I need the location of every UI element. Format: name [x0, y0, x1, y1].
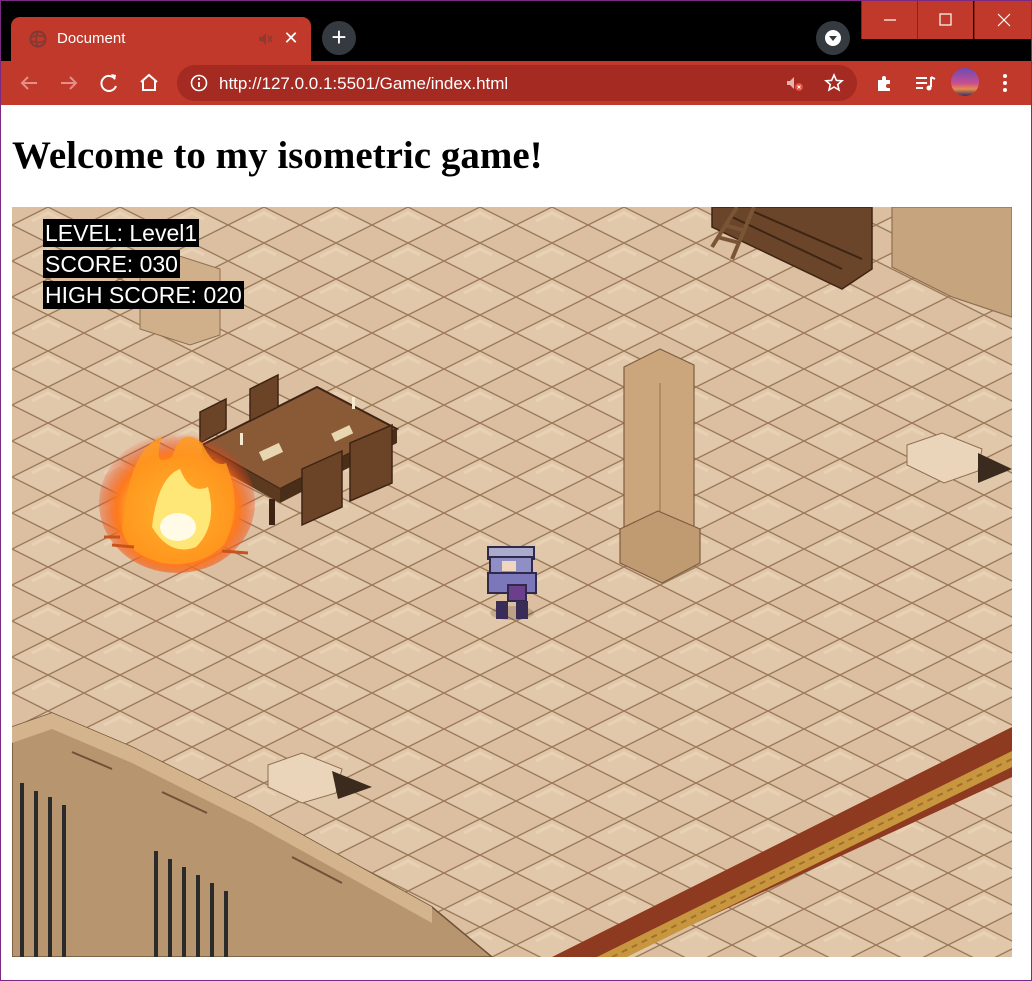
- reload-icon[interactable]: [95, 69, 123, 97]
- mute-icon[interactable]: [783, 72, 805, 94]
- extensions-icon[interactable]: [871, 69, 899, 97]
- hud-score: SCORE: 030: [43, 250, 180, 278]
- home-icon[interactable]: [135, 69, 163, 97]
- forward-icon[interactable]: [55, 69, 83, 97]
- close-icon[interactable]: ✕: [281, 28, 301, 48]
- avatar[interactable]: [951, 68, 979, 96]
- back-icon[interactable]: [15, 69, 43, 97]
- maximize-icon[interactable]: [917, 1, 973, 39]
- hud-level: LEVEL: Level1: [43, 219, 200, 247]
- media-queue-icon[interactable]: [911, 69, 939, 97]
- isometric-scene: [12, 207, 1012, 957]
- minimize-icon[interactable]: [861, 1, 917, 39]
- browser-window: Document ✕ + http://127.0.0.1:5501/Game/…: [0, 0, 1032, 981]
- bookmark-star-icon[interactable]: [823, 72, 845, 94]
- hud-high-score: HIGH SCORE: 020: [43, 281, 244, 309]
- title-bar: Document ✕ +: [1, 1, 1031, 61]
- info-icon[interactable]: [189, 73, 209, 93]
- tab-document[interactable]: Document ✕: [11, 17, 311, 61]
- player-character: [487, 546, 537, 620]
- game-canvas[interactable]: LEVEL: Level1 SCORE: 030 HIGH SCORE: 020: [12, 207, 1012, 957]
- fire-explosion: [99, 433, 255, 573]
- browser-toolbar: http://127.0.0.1:5501/Game/index.html: [1, 61, 1031, 105]
- tab-title: Document: [57, 30, 126, 47]
- page-title: Welcome to my isometric game!: [12, 134, 543, 177]
- mute-icon[interactable]: [256, 30, 274, 48]
- window-close-icon[interactable]: [974, 1, 1031, 39]
- tab-search-icon[interactable]: [816, 21, 850, 55]
- kebab-menu-icon[interactable]: [991, 69, 1019, 97]
- globe-icon: [29, 30, 47, 48]
- url-text[interactable]: http://127.0.0.1:5501/Game/index.html: [219, 74, 508, 94]
- address-bar[interactable]: http://127.0.0.1:5501/Game/index.html: [177, 65, 857, 101]
- plus-icon[interactable]: +: [322, 21, 356, 55]
